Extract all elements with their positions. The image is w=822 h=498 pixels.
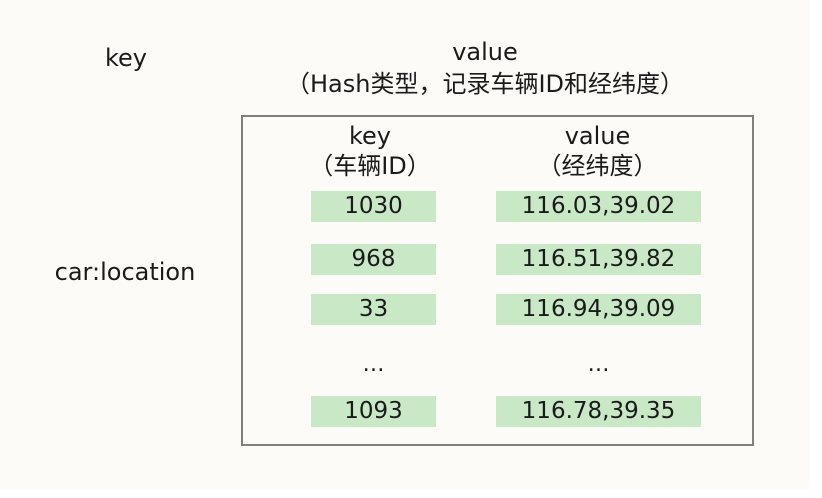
value-cell: 116.78,39.35 [496, 396, 701, 427]
outer-value-header-line1: value [452, 38, 518, 66]
value-cell: 116.51,39.82 [496, 244, 701, 275]
outer-value-header-line2: （Hash类型，记录车辆ID和经纬度） [285, 70, 685, 98]
field-cell: 1093 [311, 396, 436, 427]
inner-key-header-line1: key [348, 122, 391, 150]
inner-key-header-line2: （车辆ID） [309, 152, 431, 180]
value-cell: 116.03,39.02 [496, 191, 701, 222]
inner-value-header-line2: （经纬度） [537, 152, 658, 180]
diagram-canvas: key value （Hash类型，记录车辆ID和经纬度） car:locati… [0, 0, 810, 490]
field-cell: 968 [311, 244, 436, 275]
field-cell: 33 [311, 294, 436, 325]
ellipsis: … [362, 352, 385, 377]
ellipsis: … [587, 352, 610, 377]
field-cell: 1030 [311, 191, 436, 222]
value-cell: 116.94,39.09 [496, 294, 701, 325]
hash-key-name: car:location [54, 258, 196, 286]
outer-key-header: key [104, 44, 147, 72]
inner-value-header-line1: value [564, 122, 631, 150]
